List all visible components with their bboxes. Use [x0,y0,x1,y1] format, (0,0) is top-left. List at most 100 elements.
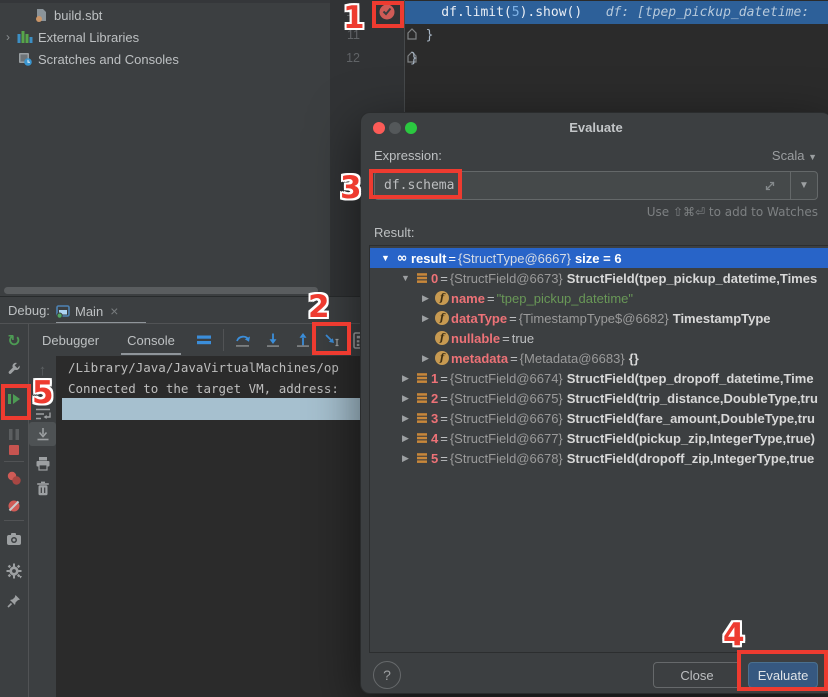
array-element-icon [416,432,428,444]
clear-all-trash-icon[interactable] [29,476,56,500]
language-selector[interactable]: Scala ▼ [772,148,817,163]
code-text: df.limit( [410,5,512,20]
language-label: Scala [772,148,805,163]
project-tree-item[interactable]: build.sbt [0,4,330,26]
tree-node-icon [413,372,431,384]
separator [4,520,24,521]
tree-expander-icon[interactable]: ▶ [398,393,413,404]
tree-node-reference: {StructField@6677} [450,431,563,446]
tree-node-value: size = 6 [575,251,622,266]
close-tab-icon[interactable]: × [110,303,118,319]
tree-row[interactable]: ▶ 4 = {StructField@6677}StructField(pick… [370,428,828,448]
view-tab-label: Console [127,333,175,348]
tree-node-name: dataType [451,311,507,326]
separator [4,461,24,462]
field-icon: f [435,291,449,305]
tree-row[interactable]: ▶ 2 = {StructField@6675}StructField(trip… [370,388,828,408]
chevron-right-icon[interactable]: › [0,30,16,44]
print-icon[interactable] [29,451,56,475]
tree-expander-icon[interactable]: ▶ [398,373,413,384]
project-tree-panel: build.sbt › External Libraries [0,0,330,296]
settings-gear-icon[interactable] [0,559,28,583]
project-tree-item[interactable]: › External Libraries [0,26,330,48]
tree-node-value: StructField(tpep_dropoff_datetime,Time [567,371,814,386]
tree-row[interactable]: ▶ 3 = {StructField@6676}StructField(fare… [370,408,828,428]
project-item-icon [16,52,34,66]
annotation-box-2 [312,322,351,355]
view-breakpoints-icon[interactable] [0,466,28,490]
equals-sign: = [509,311,517,326]
history-dropdown-icon[interactable]: ▼ [791,180,817,191]
tree-node-reference: {Metadata@6683} [520,351,625,366]
tree-row[interactable]: ▼ 0 = {StructField@6673}StructField(tpep… [370,268,828,288]
horizontal-scrollbar[interactable] [4,287,318,294]
tree-node-name: 0 [431,271,438,286]
tree-node-icon: ∞ [393,251,411,266]
tree-node-value: true [512,331,534,346]
result-tree[interactable]: ▼ ∞ result = {StructType@6667}size = 6 ▼ [369,245,828,653]
project-item-icon [16,30,34,44]
annotation-badge-1: 1 [343,3,365,34]
debug-actions-column: ↻ [0,324,29,697]
expand-editor-icon[interactable] [764,180,776,192]
rerun-icon[interactable]: ↻ [0,328,28,352]
tree-expander-icon[interactable]: ▶ [418,353,433,364]
tree-row[interactable]: f nullable = true [370,328,828,348]
tree-node-icon [413,272,431,284]
dialog-titlebar[interactable]: Evaluate [361,113,828,143]
chevron-down-icon: ▼ [808,152,817,162]
pin-icon[interactable] [0,589,28,613]
project-tree-item[interactable]: Scratches and Consoles [0,48,330,70]
code-line-12[interactable]: } [410,47,418,70]
code-line-10[interactable]: df.limit(5).show() df: [tpep_pickup_date… [410,1,809,24]
result-label: Result: [374,225,414,240]
layout-lines-icon[interactable] [189,334,219,346]
dialog-title: Evaluate [361,120,828,135]
tree-expander-icon[interactable]: ▶ [398,413,413,424]
code-line-11[interactable]: } [410,24,433,47]
field-icon: f [435,331,449,345]
annotation-badge-2: 2 [308,292,330,323]
tree-node-icon [413,392,431,404]
external-libraries-icon [17,30,33,44]
tree-node-value: StructField(tpep_pickup_datetime,Times [567,271,817,286]
step-over-icon[interactable] [228,332,258,348]
debug-session-tab[interactable]: Main × [56,300,118,322]
tree-node-reference: {StructField@6673} [450,271,563,286]
debugger-view-tab[interactable]: Debugger [28,324,113,356]
tree-row[interactable]: ▼ ∞ result = {StructType@6667}size = 6 [370,248,828,268]
tree-expander-icon[interactable]: ▶ [418,293,433,304]
tree-node-name: 1 [431,371,438,386]
equals-sign: = [510,351,518,366]
close-button[interactable]: Close [653,662,741,688]
tree-expander-icon[interactable]: ▶ [398,453,413,464]
tree-expander-icon[interactable]: ▶ [398,433,413,444]
tree-node-name: 4 [431,431,438,446]
tree-row[interactable]: ▶ f metadata = {Metadata@6683}{} [370,348,828,368]
scroll-to-end-icon[interactable] [29,422,56,446]
project-item-label: build.sbt [54,8,102,23]
sbt-file-icon [34,8,48,22]
step-into-icon[interactable] [258,332,288,348]
equals-sign: = [502,331,510,346]
tree-row[interactable]: ▶ 1 = {StructField@6674}StructField(tpep… [370,368,828,388]
annotation-box-1 [372,1,404,28]
stop-icon[interactable] [0,438,28,462]
tree-row[interactable]: ▶ f dataType = {TimestampType$@6682}Time… [370,308,828,328]
tree-node-value: StructField(trip_distance,DoubleType,tru [567,391,818,406]
tree-row[interactable]: ▶ f name = "tpep_pickup_datetime" [370,288,828,308]
annotation-box-4 [737,650,828,691]
tree-expander-icon[interactable]: ▶ [418,313,433,324]
annotation-box-5 [1,384,31,420]
tree-row[interactable]: ▶ 5 = {StructField@6678}StructField(drop… [370,448,828,468]
tree-expander-icon[interactable]: ▼ [378,253,393,263]
debugger-view-tab[interactable]: Console [113,324,189,356]
annotation-badge-3: 3 [340,173,362,204]
mute-breakpoints-icon[interactable] [0,494,28,518]
tree-expander-icon[interactable]: ▼ [398,273,413,283]
watches-hint: Use ⇧⌘⏎ to add to Watches [647,205,818,219]
camera-icon[interactable] [0,527,28,551]
help-button[interactable]: ? [373,661,401,689]
number-literal: 5 [512,5,520,20]
wrench-icon[interactable] [0,357,28,381]
